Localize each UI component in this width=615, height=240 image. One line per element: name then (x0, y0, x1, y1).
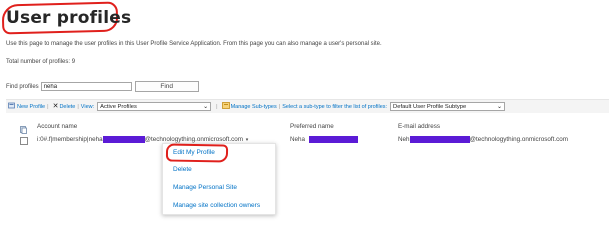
new-profile-link[interactable]: New Profile (17, 104, 45, 110)
email-prefix: Neh (398, 136, 410, 144)
column-header-account-name[interactable]: Account name (37, 123, 77, 130)
redaction-mark (308, 136, 358, 143)
subtype-select-value: Default User Profile Subtype (393, 103, 467, 110)
column-header-preferred-name[interactable]: Preferred name (290, 123, 334, 130)
manage-subtypes-link[interactable]: Manage Sub-types (231, 104, 277, 110)
redaction-mark (409, 136, 470, 143)
total-profiles-count: Total number of profiles: 9 (6, 59, 76, 65)
page-title: User profiles (6, 8, 132, 28)
chevron-down-icon: ⌄ (203, 104, 209, 110)
email-suffix: @technologything.onmicrosoft.com (469, 136, 569, 144)
view-select[interactable]: Active Profiles ⌄ (97, 102, 212, 111)
subtype-select[interactable]: Default User Profile Subtype ⌄ (390, 102, 506, 111)
row-checkbox[interactable] (20, 137, 28, 145)
menu-item-manage-site-collection-owners[interactable]: Manage site collection owners (173, 202, 260, 209)
column-header-email[interactable]: E-mail address (398, 123, 440, 130)
toolbar-separator: | (278, 103, 281, 110)
table-row-email: Neh @technologything.onmicrosoft.com (398, 136, 568, 143)
account-name-prefix: i:0#.f|membership|neha (37, 136, 103, 144)
find-profiles-row: Find profiles Find (6, 81, 199, 92)
find-profiles-label: Find profiles (6, 83, 39, 90)
toolbar-separator: | (47, 103, 49, 110)
page-description: Use this page to manage the user profile… (6, 41, 382, 47)
menu-item-manage-personal-site[interactable]: Manage Personal Site (173, 184, 237, 191)
select-all-icon[interactable] (20, 121, 27, 134)
menu-item-delete[interactable]: Delete (173, 166, 192, 173)
table-row-preferred-name: Neha (290, 136, 358, 143)
edit-profile-annotation-circle (165, 143, 229, 163)
redaction-mark (102, 136, 145, 143)
find-profiles-input[interactable] (40, 82, 132, 91)
profiles-toolbar: New Profile | ✕ Delete | View: Active Pr… (6, 99, 609, 113)
new-profile-icon (8, 102, 16, 111)
manage-subtypes-icon (221, 102, 230, 111)
view-label: View: (80, 103, 95, 110)
delete-x-icon: ✕ (52, 103, 59, 110)
subtype-filter-label: Select a sub-type to filter the list of … (282, 103, 388, 110)
preferred-name-value: Neha (290, 136, 306, 144)
find-button[interactable]: Find (134, 81, 199, 92)
delete-link[interactable]: Delete (59, 104, 75, 110)
chevron-down-icon: ⌄ (497, 104, 503, 110)
toolbar-separator: | (216, 103, 218, 110)
toolbar-separator: | (77, 103, 79, 110)
view-select-value: Active Profiles (100, 103, 137, 110)
